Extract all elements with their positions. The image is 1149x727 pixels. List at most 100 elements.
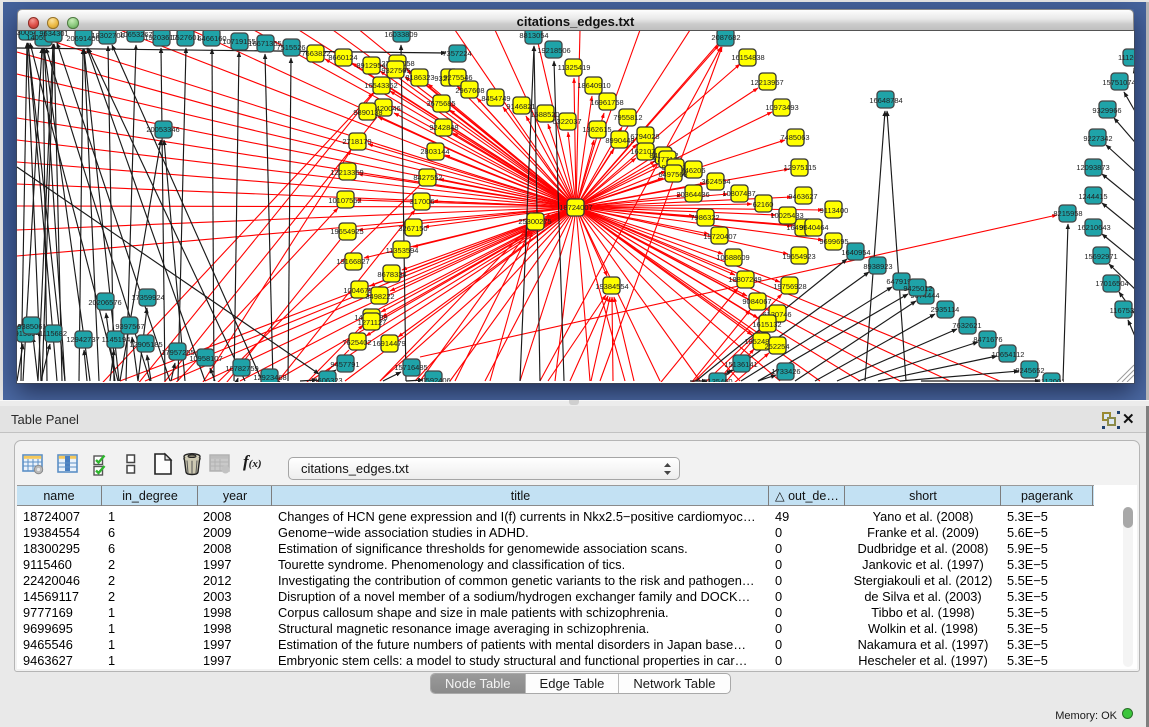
svg-text:317006: 317006 xyxy=(409,197,434,206)
svg-text:9425012: 9425012 xyxy=(903,284,932,293)
svg-text:10592406: 10592406 xyxy=(417,376,450,382)
svg-text:10654112: 10654112 xyxy=(992,350,1025,359)
svg-text:9084067: 9084067 xyxy=(742,297,771,306)
svg-text:20364436: 20364436 xyxy=(676,190,709,199)
svg-text:1640954: 1640954 xyxy=(841,248,870,257)
svg-text:1733426: 1733426 xyxy=(771,367,800,376)
svg-text:16033809: 16033809 xyxy=(384,31,417,39)
svg-text:1362615: 1362615 xyxy=(582,125,611,134)
svg-text:6794028: 6794028 xyxy=(630,132,659,141)
svg-text:15692971: 15692971 xyxy=(1084,252,1117,261)
svg-text:8215958: 8215958 xyxy=(1053,209,1082,218)
svg-text:15751074: 15751074 xyxy=(1102,78,1134,87)
svg-text:2718170: 2718170 xyxy=(342,137,371,146)
svg-text:9634301: 9634301 xyxy=(39,31,68,38)
svg-text:6322037: 6322037 xyxy=(552,117,581,126)
svg-text:9606323: 9606323 xyxy=(313,376,342,382)
svg-text:8660124: 8660124 xyxy=(328,53,357,62)
svg-text:7632621: 7632621 xyxy=(952,321,981,330)
svg-text:9890138: 9890138 xyxy=(353,108,382,117)
svg-text:10107552: 10107552 xyxy=(328,196,361,205)
svg-text:9245652: 9245652 xyxy=(1015,366,1044,375)
svg-text:8813054: 8813054 xyxy=(519,31,548,40)
svg-text:9329966: 9329966 xyxy=(1092,106,1121,115)
svg-text:9699695: 9699695 xyxy=(819,237,848,246)
svg-text:8938923: 8938923 xyxy=(863,262,892,271)
svg-text:11353594: 11353594 xyxy=(386,246,419,255)
svg-text:10025433: 10025433 xyxy=(770,211,803,220)
svg-text:3267150: 3267150 xyxy=(398,224,427,233)
svg-text:10973493: 10973493 xyxy=(765,103,798,112)
svg-text:7485063: 7485063 xyxy=(780,133,809,142)
svg-text:2087682: 2087682 xyxy=(711,33,740,42)
svg-text:18807249: 18807249 xyxy=(728,275,761,284)
svg-text:12213369: 12213369 xyxy=(330,168,363,177)
svg-text:1145194: 1145194 xyxy=(102,335,131,344)
svg-text:16782759: 16782759 xyxy=(225,364,258,373)
svg-text:62160: 62160 xyxy=(753,200,774,209)
svg-text:1527601: 1527601 xyxy=(171,33,200,42)
svg-text:9397567: 9397567 xyxy=(115,322,144,331)
svg-text:16914479: 16914479 xyxy=(372,339,405,348)
svg-text:1244415: 1244415 xyxy=(1078,192,1107,201)
svg-text:7663822: 7663822 xyxy=(301,49,330,58)
svg-text:8678334: 8678334 xyxy=(377,270,406,279)
svg-text:10958107: 10958107 xyxy=(189,354,222,363)
svg-text:9227342: 9227342 xyxy=(1083,134,1112,143)
svg-text:3498222: 3498222 xyxy=(365,292,394,301)
svg-text:16210643: 16210643 xyxy=(1077,223,1110,232)
svg-text:9113400: 9113400 xyxy=(820,206,849,215)
svg-text:19756928: 19756928 xyxy=(773,282,806,291)
svg-text:3675685: 3675685 xyxy=(426,99,455,108)
svg-text:20206576: 20206576 xyxy=(88,298,121,307)
svg-text:1615132: 1615132 xyxy=(752,320,781,329)
svg-text:252254: 252254 xyxy=(764,342,789,351)
svg-text:19654925: 19654925 xyxy=(330,227,363,236)
svg-text:20053346: 20053346 xyxy=(146,125,179,134)
svg-text:19654923: 19654923 xyxy=(782,252,815,261)
svg-text:7625402: 7625402 xyxy=(342,338,371,347)
svg-text:12923468: 12923468 xyxy=(253,373,286,382)
svg-text:2935114: 2935114 xyxy=(931,305,960,314)
svg-text:18724007: 18724007 xyxy=(559,203,592,212)
svg-text:1167533: 1167533 xyxy=(1110,306,1134,315)
svg-text:19218506: 19218506 xyxy=(537,46,570,55)
svg-text:9242848: 9242848 xyxy=(429,123,458,132)
svg-text:2803144: 2803144 xyxy=(420,147,449,156)
svg-text:10688609: 10688609 xyxy=(716,253,749,262)
svg-text:1112048: 1112048 xyxy=(1118,53,1134,62)
svg-text:12093873: 12093873 xyxy=(1076,163,1109,172)
svg-text:15720407: 15720407 xyxy=(703,232,736,241)
svg-text:9135460: 9135460 xyxy=(703,377,732,382)
svg-text:12905185: 12905185 xyxy=(129,340,162,349)
svg-text:9463627: 9463627 xyxy=(788,192,817,201)
svg-text:7955812: 7955812 xyxy=(613,113,642,122)
svg-text:6497568: 6497568 xyxy=(658,170,687,179)
svg-text:17359924: 17359924 xyxy=(131,293,164,302)
svg-text:16961758: 16961758 xyxy=(590,98,623,107)
svg-text:9457791: 9457791 xyxy=(330,360,359,369)
svg-text:8427552: 8427552 xyxy=(413,173,442,182)
svg-text:16543362: 16543362 xyxy=(364,81,397,90)
svg-text:9640464: 9640464 xyxy=(799,223,828,232)
svg-text:12942737: 12942737 xyxy=(66,335,99,344)
svg-text:15716485: 15716485 xyxy=(394,363,427,372)
svg-text:2967608: 2967608 xyxy=(455,86,484,95)
svg-text:7357224: 7357224 xyxy=(442,49,471,58)
svg-text:16648784: 16648784 xyxy=(869,96,902,105)
svg-text:11325419: 11325419 xyxy=(558,63,591,72)
svg-text:7986322: 7986322 xyxy=(690,213,719,222)
svg-text:16154838: 16154838 xyxy=(731,53,764,62)
svg-text:15136141: 15136141 xyxy=(724,360,757,369)
svg-text:10807487: 10807487 xyxy=(722,189,755,198)
svg-text:8471676: 8471676 xyxy=(973,335,1002,344)
svg-text:12213967: 12213967 xyxy=(750,78,783,87)
svg-text:8186323: 8186323 xyxy=(405,73,434,82)
svg-text:12975115: 12975115 xyxy=(784,163,817,172)
svg-text:19384554: 19384554 xyxy=(595,282,628,291)
svg-text:1115682: 1115682 xyxy=(39,329,67,338)
svg-text:3624554: 3624554 xyxy=(701,177,730,186)
svg-text:19166827: 19166827 xyxy=(336,257,369,266)
svg-text:17016504: 17016504 xyxy=(1095,279,1128,288)
svg-text:1271127: 1271127 xyxy=(358,318,387,327)
